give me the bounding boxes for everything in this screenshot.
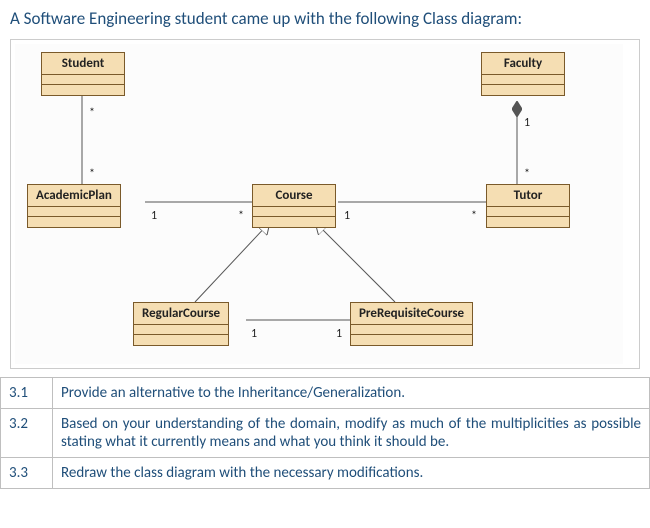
- class-ops: [482, 85, 564, 95]
- mult-student-end: *: [89, 106, 95, 120]
- class-academic-plan: AcademicPlan: [27, 184, 121, 228]
- class-tutor: Tutor: [486, 184, 570, 228]
- class-name: Student: [42, 53, 124, 75]
- class-ops: [351, 335, 472, 345]
- mult-course-academicplan-end: *: [238, 209, 244, 223]
- class-attrs: [42, 75, 124, 85]
- question-number: 3.1: [1, 378, 53, 409]
- class-name: RegularCourse: [134, 303, 228, 325]
- mult-prereq-end: 1: [336, 327, 342, 341]
- class-name: Tutor: [487, 185, 569, 207]
- mult-faculty-end: 1: [524, 116, 530, 130]
- mult-tutor-course-end: *: [471, 209, 477, 223]
- mult-regular-end: 1: [251, 327, 257, 341]
- mult-tutor-faculty-end: *: [524, 167, 530, 181]
- class-name: PreRequisiteCourse: [351, 303, 472, 325]
- mult-academicplan-course-end: 1: [151, 209, 157, 223]
- mult-course-tutor-end: 1: [344, 209, 350, 223]
- question-table: 3.1 Provide an alternative to the Inheri…: [0, 377, 650, 489]
- question-number: 3.2: [1, 409, 53, 458]
- diagram-container: Student Faculty AcademicPlan Course Tuto…: [10, 39, 640, 369]
- question-row: 3.2 Based on your understanding of the d…: [1, 409, 650, 458]
- class-name: AcademicPlan: [28, 185, 120, 207]
- class-attrs: [253, 207, 335, 217]
- mult-academicplan-student-end: *: [89, 167, 95, 181]
- class-faculty: Faculty: [481, 52, 565, 96]
- class-ops: [28, 217, 120, 227]
- class-prerequisite-course: PreRequisiteCourse: [350, 302, 473, 346]
- question-text: Based on your understanding of the domai…: [53, 409, 650, 458]
- question-text: Provide an alternative to the Inheritanc…: [53, 378, 650, 409]
- question-row: 3.1 Provide an alternative to the Inheri…: [1, 378, 650, 409]
- class-name: Faculty: [482, 53, 564, 75]
- class-course: Course: [252, 184, 336, 228]
- class-attrs: [482, 75, 564, 85]
- question-text: Redraw the class diagram with the necess…: [53, 458, 650, 489]
- class-student: Student: [41, 52, 125, 96]
- class-ops: [134, 335, 228, 345]
- class-attrs: [28, 207, 120, 217]
- uml-class-diagram: Student Faculty AcademicPlan Course Tuto…: [15, 44, 623, 364]
- class-ops: [253, 217, 335, 227]
- class-name: Course: [253, 185, 335, 207]
- class-attrs: [487, 207, 569, 217]
- class-regular-course: RegularCourse: [133, 302, 229, 346]
- class-ops: [42, 85, 124, 95]
- class-ops: [487, 217, 569, 227]
- question-row: 3.3 Redraw the class diagram with the ne…: [1, 458, 650, 489]
- class-attrs: [134, 325, 228, 335]
- question-number: 3.3: [1, 458, 53, 489]
- question-heading: A Software Engineering student came up w…: [0, 0, 650, 35]
- class-attrs: [351, 325, 472, 335]
